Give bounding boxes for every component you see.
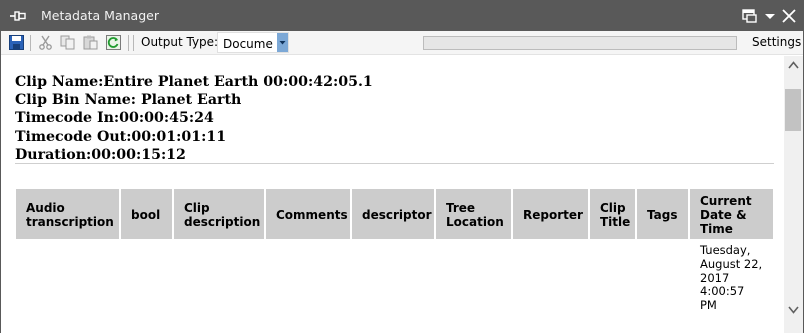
header-text: Reporter [523,208,583,222]
header-text: Title [600,215,631,229]
title-bar: Metadata Manager [1,1,803,31]
header-text: bool [131,208,161,222]
header-text: Clip [184,201,210,215]
chevron-down-icon[interactable] [277,33,288,52]
toolbar-separator [128,35,129,51]
header-text: Tree [446,201,476,215]
close-icon[interactable] [780,8,798,24]
header-text: Tags [647,208,678,222]
cell-text: 2017 [700,270,730,285]
header-text: Comments [276,208,348,222]
duration: Duration:00:00:15:12 [15,146,186,163]
timecode-out: Timecode Out:00:01:01:11 [15,128,227,145]
toolbar-separator [30,35,31,51]
clip-name: Clip Name:Entire Planet Earth 00:00:42:0… [15,74,373,90]
output-type-value: Docume [223,37,273,51]
clip-bin-name: Clip Bin Name: Planet Earth [15,92,242,109]
column-header-bool[interactable]: bool [121,189,172,239]
cell-text: 4:00:57 [700,284,745,299]
toolbar-separator [133,35,134,51]
progress-bar [423,36,737,50]
cell-text: PM [700,298,717,313]
metadata-content: Clip Name:Entire Planet Earth 00:00:42:0… [1,56,784,333]
output-type-label: Output Type: [141,35,219,49]
scrollbar-thumb[interactable] [785,89,801,131]
column-header-audio-transcription[interactable]: Audio transcription [16,189,119,239]
column-header-tags[interactable]: Tags [637,189,688,239]
copy-icon[interactable] [59,34,76,51]
header-text: Audio [26,201,65,215]
header-text: transcription [26,215,114,229]
cell-text: Tuesday, [700,243,751,257]
header-text: descriptor [362,208,432,222]
pin-icon[interactable] [9,9,27,23]
toolbar: Output Type: Docume Settings [1,31,803,55]
clip-info: Clip Name:Entire Planet Earth 00:00:42:0… [15,73,373,164]
column-header-tree-location[interactable]: Tree Location [436,189,511,239]
vertical-scrollbar[interactable] [784,56,803,333]
metadata-manager-window: Metadata Manager Output Type: Docume Set… [0,0,804,333]
paste-icon[interactable] [82,34,99,51]
column-header-reporter[interactable]: Reporter [513,189,588,239]
cell-text: August 22, [700,256,763,271]
table-cell-current-date-time: Tuesday, August 22, 2017 4:00:57 PM [700,243,773,313]
window-title: Metadata Manager [41,8,159,23]
column-header-clip-title[interactable]: Clip Title [590,189,635,239]
header-text: Location [446,215,504,229]
dropdown-arrow-icon[interactable] [761,8,779,24]
scroll-down-arrow-icon[interactable] [784,300,803,319]
window-options-icon[interactable] [741,8,759,24]
output-type-dropdown[interactable]: Docume [217,32,289,53]
header-text: Date & [700,208,747,222]
refresh-icon[interactable] [105,34,122,51]
section-divider [15,163,774,164]
header-text: Clip [600,201,626,215]
header-text: description [184,215,261,229]
cut-icon[interactable] [37,34,54,51]
settings-button[interactable]: Settings [752,35,801,49]
header-text: Time [700,222,733,236]
column-header-current-date-time[interactable]: Current Date & Time [690,189,773,239]
scroll-up-arrow-icon[interactable] [784,56,803,75]
column-header-comments[interactable]: Comments [266,189,350,239]
save-icon[interactable] [8,34,25,51]
column-header-descriptor[interactable]: descriptor [352,189,434,239]
header-text: Current [700,194,752,208]
timecode-in: Timecode In:00:00:45:24 [15,110,214,127]
column-header-clip-description[interactable]: Clip description [174,189,264,239]
